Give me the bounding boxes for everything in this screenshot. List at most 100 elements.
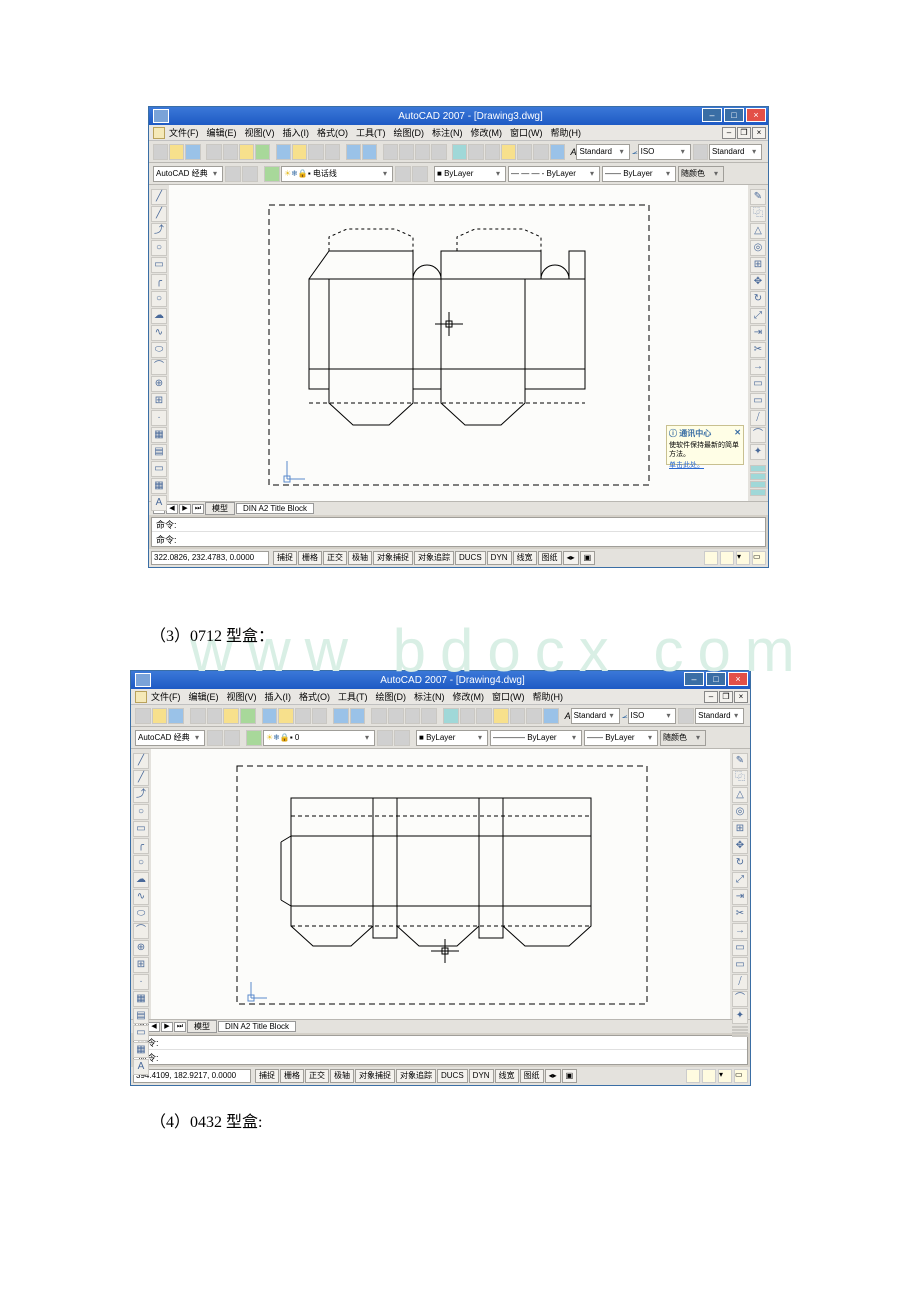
line-icon[interactable]: ╱ — [151, 189, 167, 205]
offset-icon[interactable]: ◎ — [750, 240, 766, 256]
tray-comm-icon[interactable] — [686, 1069, 700, 1083]
toggle-lwt[interactable]: 线宽 — [513, 551, 537, 565]
toggle-otrack[interactable]: 对象追踪 — [414, 551, 454, 565]
array-icon[interactable]: ⊞ — [750, 257, 766, 273]
design-center-icon[interactable] — [460, 708, 476, 724]
status-maximize-icon[interactable]: ▣ — [562, 1069, 578, 1083]
menu-file[interactable]: 文件(F) — [151, 690, 181, 703]
layer-select[interactable]: ☀❄🔒▪ 0 ▾ — [263, 730, 375, 746]
ucs1-icon[interactable] — [750, 465, 766, 472]
menu-dimension[interactable]: 标注(N) — [432, 126, 463, 139]
fillet-icon[interactable]: ⌒ — [750, 427, 766, 443]
zoom-rt-icon[interactable] — [399, 144, 414, 160]
table-draw-icon[interactable]: ▦ — [151, 478, 167, 494]
toggle-model[interactable]: 图纸 — [538, 551, 562, 565]
minimize-button[interactable]: – — [702, 108, 722, 122]
open-icon[interactable] — [169, 144, 184, 160]
toggle-snap[interactable]: 捕捉 — [273, 551, 297, 565]
status-nav-icon[interactable]: ◂▸ — [545, 1069, 561, 1083]
circle-icon[interactable]: ○ — [151, 291, 167, 307]
chamfer-icon[interactable]: ⧸ — [732, 974, 748, 990]
ellipse-arc-icon[interactable]: ⌒ — [133, 923, 149, 939]
circle-icon[interactable]: ○ — [133, 855, 149, 871]
ellipse-arc-icon[interactable]: ⌒ — [151, 359, 167, 375]
region-icon[interactable]: ▭ — [133, 1025, 149, 1041]
mdi-close-button[interactable]: × — [734, 691, 748, 703]
sheetset-icon[interactable] — [493, 708, 509, 724]
toggle-polar[interactable]: 极轴 — [330, 1069, 354, 1083]
copy-icon[interactable] — [292, 144, 307, 160]
toggle-grid[interactable]: 栅格 — [298, 551, 322, 565]
new-icon[interactable] — [135, 708, 151, 724]
toggle-ducs[interactable]: DUCS — [455, 551, 486, 565]
menu-edit[interactable]: 编辑(E) — [189, 690, 219, 703]
tool-palette-icon[interactable] — [476, 708, 492, 724]
erase-icon[interactable]: ✎ — [732, 753, 748, 769]
workspace-select[interactable]: AutoCAD 经典▾ — [153, 166, 223, 182]
hatch-icon[interactable]: ▦ — [151, 427, 167, 443]
plot-icon[interactable] — [240, 708, 256, 724]
calc-icon[interactable] — [526, 708, 542, 724]
cut-icon[interactable] — [262, 708, 278, 724]
drawing-canvas[interactable] — [169, 185, 748, 501]
menu-format[interactable]: 格式(O) — [299, 690, 330, 703]
zoom-prev-icon[interactable] — [415, 144, 430, 160]
linetype-select[interactable]: — — — - ByLayer▾ — [508, 166, 600, 182]
layer-prev-icon[interactable] — [377, 730, 393, 746]
ws-settings-icon[interactable] — [207, 730, 223, 746]
table-icon[interactable] — [678, 708, 694, 724]
menu-draw[interactable]: 绘图(D) — [376, 690, 407, 703]
tab-titleblock[interactable]: DIN A2 Title Block — [236, 503, 314, 514]
tray-cleanscreen-icon[interactable]: ▭ — [734, 1069, 748, 1083]
ucs4-icon[interactable] — [750, 489, 766, 496]
extend-icon[interactable]: → — [732, 923, 748, 939]
tab-last-icon[interactable]: ⏭ — [174, 1022, 186, 1032]
menu-dimension[interactable]: 标注(N) — [414, 690, 445, 703]
menu-view[interactable]: 视图(V) — [245, 126, 275, 139]
undo-icon[interactable] — [346, 144, 361, 160]
tab-titleblock[interactable]: DIN A2 Title Block — [218, 1021, 296, 1032]
publish-icon[interactable] — [223, 708, 239, 724]
ucs2-icon[interactable] — [732, 1029, 748, 1031]
status-nav-icon[interactable]: ◂▸ — [563, 551, 579, 565]
close-button[interactable]: × — [746, 108, 766, 122]
toggle-osnap[interactable]: 对象捕捉 — [373, 551, 413, 565]
extend-icon[interactable]: → — [750, 359, 766, 375]
revcloud-icon[interactable]: ☁ — [133, 872, 149, 888]
command-area[interactable]: 命令: 命令: — [133, 1035, 748, 1065]
pline-icon[interactable]: ⤴ — [133, 787, 149, 803]
point-icon[interactable]: · — [133, 974, 149, 990]
move-icon[interactable]: ✥ — [750, 274, 766, 290]
mdi-minimize-button[interactable]: – — [704, 691, 718, 703]
toggle-grid[interactable]: 栅格 — [280, 1069, 304, 1083]
menu-tools[interactable]: 工具(T) — [338, 690, 368, 703]
properties-icon[interactable] — [443, 708, 459, 724]
help-icon[interactable] — [543, 708, 559, 724]
help-icon[interactable] — [550, 144, 565, 160]
layer-filter-icon[interactable] — [412, 166, 428, 182]
trim-icon[interactable]: ✂ — [732, 906, 748, 922]
toggle-osnap[interactable]: 对象捕捉 — [355, 1069, 395, 1083]
preview-icon[interactable] — [223, 144, 238, 160]
command-line[interactable]: 命令: — [134, 1050, 747, 1064]
command-area[interactable]: 命令: 命令: — [151, 517, 766, 547]
minimize-button[interactable]: – — [684, 672, 704, 686]
textstyle-select[interactable]: Standard▾ — [576, 144, 629, 160]
move-icon[interactable]: ✥ — [732, 838, 748, 854]
tray-lock-icon[interactable] — [720, 551, 734, 565]
tray-menu-icon[interactable]: ▾ — [718, 1069, 732, 1083]
tray-cleanscreen-icon[interactable]: ▭ — [752, 551, 766, 565]
toggle-model[interactable]: 图纸 — [520, 1069, 544, 1083]
stretch-icon[interactable]: ⇥ — [750, 325, 766, 341]
maximize-button[interactable]: □ — [706, 672, 726, 686]
redo-icon[interactable] — [362, 144, 377, 160]
zoom-prev-icon[interactable] — [405, 708, 421, 724]
command-line[interactable]: 命令: — [152, 532, 765, 546]
line-icon[interactable]: ╱ — [133, 753, 149, 769]
mdi-restore-button[interactable]: ❐ — [719, 691, 733, 703]
copy-mod-icon[interactable]: ⿻ — [732, 770, 748, 786]
menu-insert[interactable]: 插入(I) — [283, 126, 310, 139]
zoom-rt-icon[interactable] — [388, 708, 404, 724]
array-icon[interactable]: ⊞ — [732, 821, 748, 837]
revcloud-icon[interactable]: ☁ — [151, 308, 167, 324]
